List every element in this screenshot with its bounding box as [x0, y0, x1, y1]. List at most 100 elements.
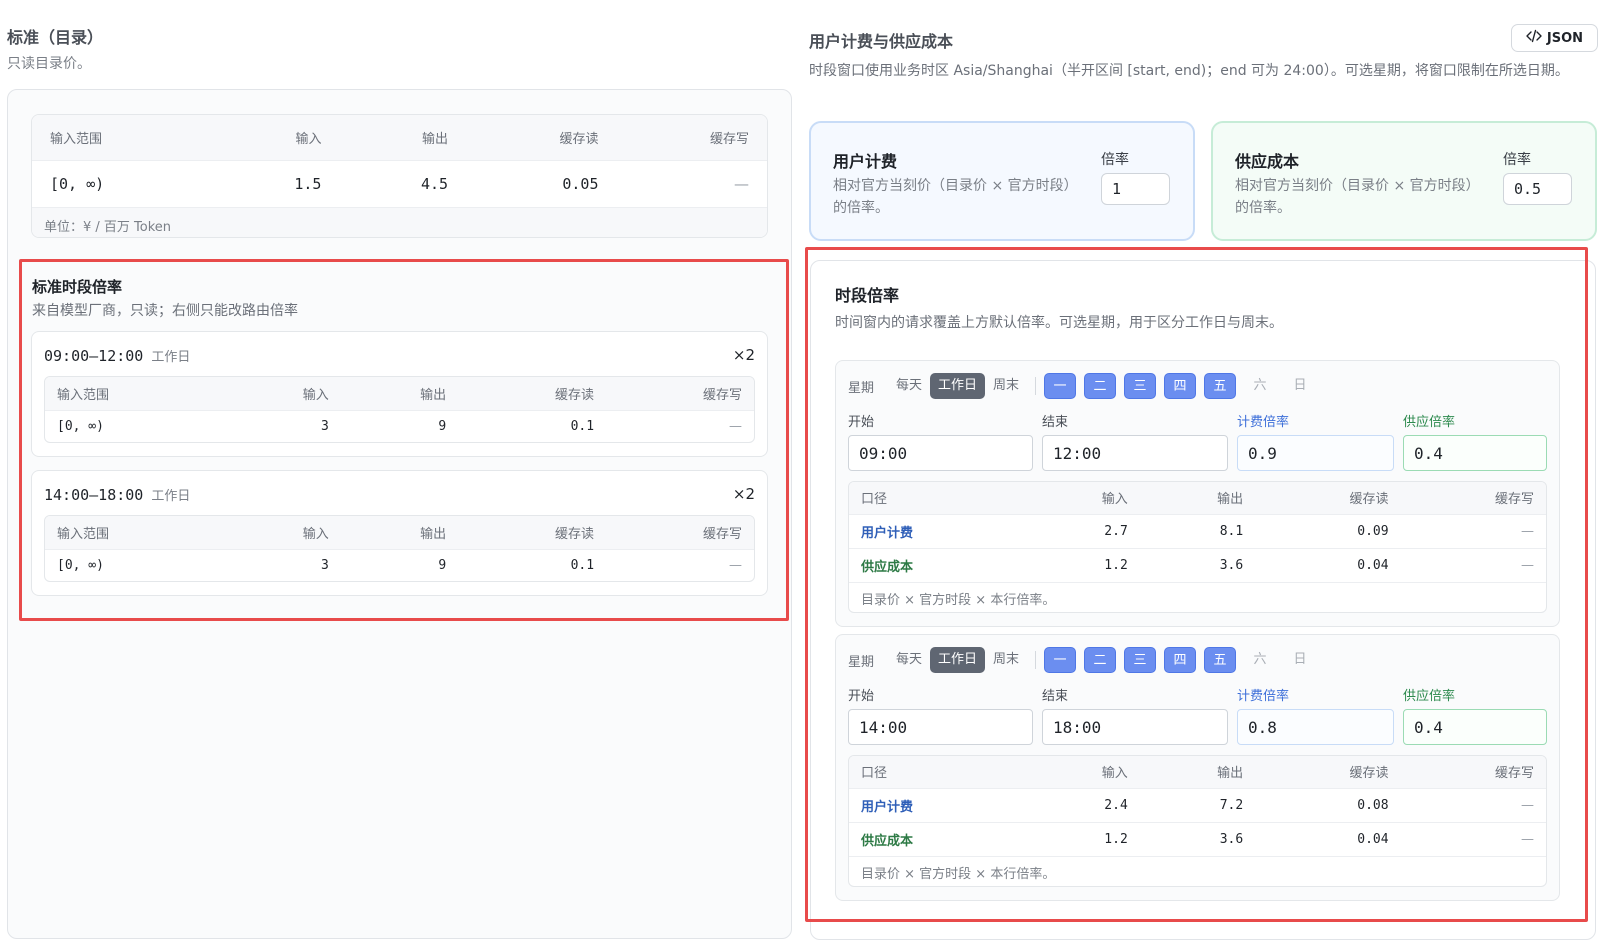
std-slot: 09:00–12:00 工作日 ×2 输入范围 输入 输出 缓存读 缓存写 [0,…: [31, 331, 768, 457]
json-button-label: JSON: [1546, 30, 1584, 46]
slot-price-table: 输入范围 输入 输出 缓存读 缓存写 [0, ∞) 3 9 0.1 —: [44, 515, 755, 582]
col-cache-write: 缓存写: [1494, 766, 1534, 782]
cell-output: 4.5: [420, 174, 449, 193]
end-label: 结束: [1042, 415, 1069, 430]
start-time-input[interactable]: [848, 709, 1033, 745]
preset-weekend[interactable]: 周末: [985, 647, 1027, 673]
cell-output: 7.2: [1219, 797, 1244, 813]
user-billing-title: 用户计费: [833, 152, 898, 171]
slot-time: 14:00–18:00: [44, 486, 144, 504]
supply-rate-input[interactable]: [1503, 173, 1572, 205]
user-rate-input[interactable]: [1101, 173, 1170, 205]
cell-cache-write: —: [1521, 797, 1534, 813]
col-input: 输入: [302, 387, 329, 403]
weekday-fri[interactable]: 五: [1204, 647, 1237, 673]
preset-workdays[interactable]: 工作日: [930, 373, 986, 399]
bill-rate-input[interactable]: [1237, 435, 1394, 471]
json-button[interactable]: JSON: [1511, 24, 1598, 52]
col-basis: 口径: [861, 492, 888, 508]
cell-cache-write: —: [734, 174, 749, 193]
table-header-row: 输入范围 输入 输出 缓存读 缓存写: [45, 377, 754, 410]
preset-weekend[interactable]: 周末: [985, 373, 1027, 399]
slot-multiplier: ×2: [732, 346, 755, 364]
start-label: 开始: [848, 689, 875, 704]
table-header-row: 输入范围 输入 输出 缓存读 缓存写: [32, 115, 767, 160]
weekday-sun[interactable]: 日: [1284, 373, 1316, 399]
divider: [1035, 651, 1037, 669]
weekday-label: 星期: [848, 380, 875, 396]
supply-rate-input[interactable]: [1403, 709, 1547, 745]
supply-rate-label: 倍率: [1503, 152, 1531, 168]
table-row: [0, ∞) 3 9 0.1 —: [45, 410, 754, 442]
preset-workdays[interactable]: 工作日: [930, 647, 986, 673]
cell-cache-read: 0.1: [570, 419, 595, 435]
weekday-tue[interactable]: 二: [1084, 373, 1117, 399]
cell-cache-read: 0.1: [570, 558, 595, 574]
end-time-input[interactable]: [1042, 709, 1228, 745]
bill-rate-label: 计费倍率: [1237, 689, 1290, 704]
cell-cache-write: —: [729, 419, 742, 435]
table-header-row: 口径 输入 输出 缓存读 缓存写: [849, 756, 1546, 788]
start-label: 开始: [848, 415, 875, 430]
preset-everyday[interactable]: 每天: [888, 373, 930, 399]
std-period-subtitle: 来自模型厂商，只读；右侧只能改路由倍率: [32, 303, 298, 319]
col-cache-read: 缓存读: [1349, 766, 1389, 782]
supply-rate-input[interactable]: [1403, 435, 1547, 471]
rule-price-table: 口径 输入 输出 缓存读 缓存写 用户计费 2.4 7.2 0.08 — 供应成…: [848, 755, 1547, 887]
supply-cost-card: 供应成本 相对官方当刻价（目录价 × 官方时段）的倍率。 倍率: [1211, 121, 1597, 241]
weekday-wed[interactable]: 三: [1124, 647, 1157, 673]
weekday-tue[interactable]: 二: [1084, 647, 1117, 673]
slot-day-tag: 工作日: [151, 350, 191, 365]
slot-day-tag: 工作日: [151, 489, 191, 504]
divider: [1035, 377, 1037, 395]
period-rates-title: 时段倍率: [835, 286, 900, 305]
cell-input: 2.7: [1104, 523, 1128, 539]
table-row: 供应成本 1.2 3.6 0.04 —: [849, 822, 1546, 856]
col-output: 输出: [1217, 766, 1244, 782]
weekday-sat[interactable]: 六: [1244, 647, 1276, 673]
weekday-mon[interactable]: 一: [1044, 373, 1077, 399]
col-basis: 口径: [861, 766, 888, 782]
cell-input: 1.2: [1104, 557, 1128, 573]
catalog-title: 标准（目录）: [7, 28, 104, 47]
period-rule: 星期 每天 工作日 周末 一 二 三 四 五 六 日 开始 结束 计费倍率 供应…: [835, 634, 1560, 901]
weekday-selector: 星期 每天 工作日 周末 一 二 三 四 五 六 日: [848, 647, 1324, 673]
supply-cost-desc: 相对官方当刻价（目录价 × 官方时段）的倍率。: [1235, 178, 1480, 216]
cell-cache-read: 0.08: [1357, 797, 1389, 813]
col-cache-write: 缓存写: [709, 131, 749, 147]
weekday-label: 星期: [848, 654, 875, 670]
cell-input-range: [0, ∞): [57, 558, 104, 574]
table-header-row: 口径 输入 输出 缓存读 缓存写: [849, 482, 1546, 514]
rule-note: 目录价 × 官方时段 × 本行倍率。: [849, 582, 1546, 612]
preset-everyday[interactable]: 每天: [888, 647, 930, 673]
cell-input: 3: [320, 558, 329, 574]
code-icon: [1526, 29, 1542, 47]
cell-cache-read: 0.09: [1357, 523, 1389, 539]
start-time-input[interactable]: [848, 435, 1033, 471]
bill-rate-input[interactable]: [1237, 709, 1394, 745]
weekday-fri[interactable]: 五: [1204, 373, 1237, 399]
period-rates-subtitle: 时间窗内的请求覆盖上方默认倍率。可选星期，用于区分工作日与周末。: [835, 315, 1283, 331]
weekday-mon[interactable]: 一: [1044, 647, 1077, 673]
weekday-sun[interactable]: 日: [1284, 647, 1316, 673]
end-time-input[interactable]: [1042, 435, 1228, 471]
cell-input-range: [0, ∞): [50, 174, 105, 193]
slot-price-table: 输入范围 输入 输出 缓存读 缓存写 [0, ∞) 3 9 0.1 —: [44, 376, 755, 443]
row-user-billing: 用户计费: [861, 799, 914, 815]
col-input-range: 输入范围: [50, 131, 103, 147]
weekday-wed[interactable]: 三: [1124, 373, 1157, 399]
weekday-sat[interactable]: 六: [1244, 373, 1276, 399]
catalog-subtitle: 只读目录价。: [7, 56, 91, 72]
col-cache-write: 缓存写: [702, 387, 742, 403]
col-output: 输出: [422, 131, 449, 147]
cell-output: 9: [438, 419, 447, 435]
user-billing-desc: 相对官方当刻价（目录价 × 官方时段）的倍率。: [833, 178, 1078, 216]
supply-cost-title: 供应成本: [1235, 152, 1300, 171]
weekday-thu[interactable]: 四: [1164, 373, 1197, 399]
row-supply-cost: 供应成本: [861, 559, 914, 575]
cell-input: 1.5: [294, 174, 322, 193]
cell-cache-read: 0.05: [562, 174, 599, 193]
col-cache-read: 缓存读: [555, 526, 595, 542]
table-row: 供应成本 1.2 3.6 0.04 —: [849, 548, 1546, 582]
weekday-thu[interactable]: 四: [1164, 647, 1197, 673]
